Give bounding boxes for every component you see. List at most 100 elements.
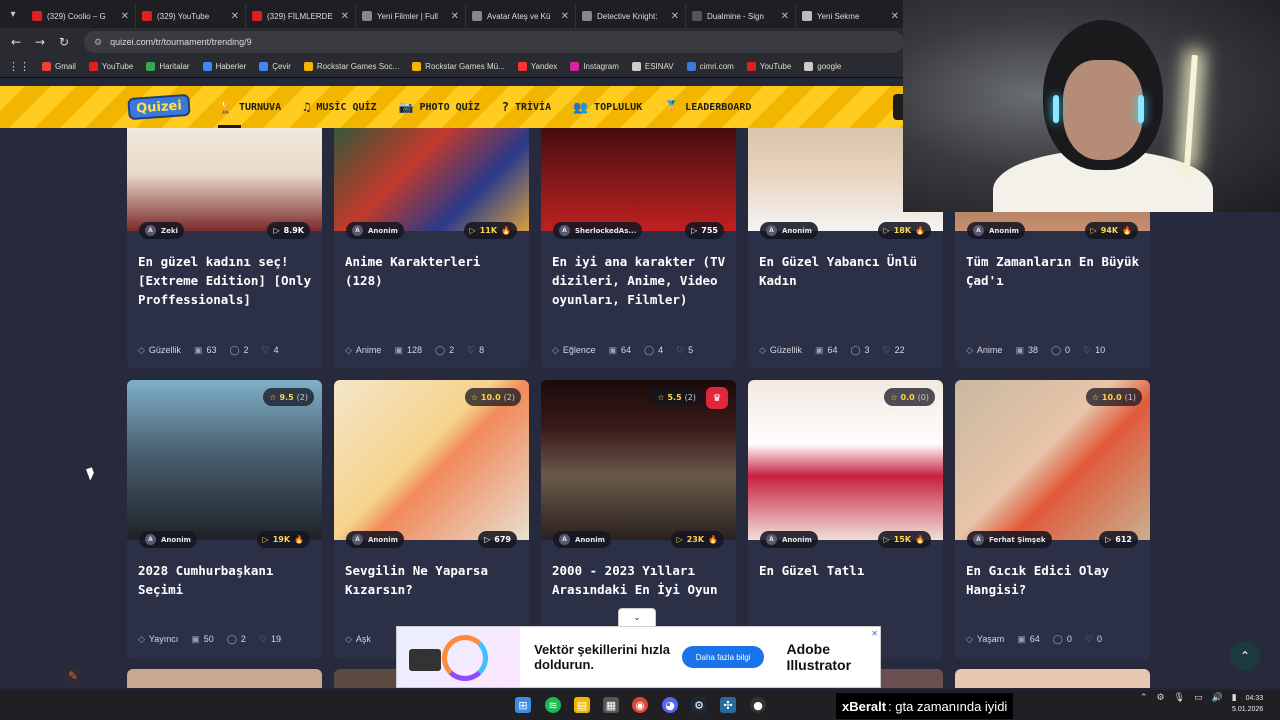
category-tag[interactable]: ◇ Yaşam: [966, 634, 1004, 645]
category-tag[interactable]: ◇ Aşk: [345, 634, 371, 645]
card-title[interactable]: 2028 Cumhurbaşkanı Seçimi: [138, 561, 314, 599]
card-thumbnail[interactable]: [127, 128, 322, 231]
nav-item[interactable]: ♫ MUSİC QUİZ: [303, 86, 376, 128]
nav-item[interactable]: 📷 PHOTO QUİZ: [399, 86, 480, 128]
ad-collapse-button[interactable]: ⌄: [618, 608, 656, 626]
tournament-card[interactable]: ☆ 10.0 (1) A Ferhat Şimşek ▷ 612 En Gıcık Ed…: [955, 380, 1150, 659]
network-icon[interactable]: ▭: [1194, 693, 1203, 703]
author-chip[interactable]: A Anonim: [346, 531, 404, 548]
like-count[interactable]: ♡ 19: [259, 634, 281, 645]
tournament-card[interactable]: A SherlockedAs... ▷ 755 En iyi ana karakte…: [541, 128, 736, 368]
comment-count[interactable]: ◯0: [1051, 345, 1070, 356]
crown-icon[interactable]: ♛: [706, 387, 728, 409]
spotify-icon[interactable]: ≋: [545, 697, 561, 713]
tab-close-icon[interactable]: ✕: [781, 11, 789, 22]
browser-tab[interactable]: (329) Coolio – G ✕: [26, 4, 136, 28]
author-chip[interactable]: A Anonim: [553, 531, 611, 548]
reload-icon[interactable]: ↻: [52, 35, 76, 49]
bookmark-item[interactable]: Haberler: [202, 62, 246, 71]
tournament-card[interactable]: ☆ 9.5 (2) A Anonim ▷ 19K 🔥 2028 Cumhurbaşkanı…: [127, 380, 322, 659]
file-explorer-icon[interactable]: ▤: [574, 697, 590, 713]
card-title[interactable]: En iyi ana karakter (TV dizileri, Anime,…: [552, 252, 728, 309]
browser-tab[interactable]: Yeni Filmler | Full ✕: [356, 4, 466, 28]
bookmark-item[interactable]: ESINAV: [631, 62, 674, 71]
tab-close-icon[interactable]: ✕: [341, 11, 349, 22]
volume-icon[interactable]: 🔊: [1212, 693, 1223, 703]
like-count[interactable]: ♡ 0: [1085, 634, 1102, 645]
apps-grid-icon[interactable]: ⋮⋮: [8, 60, 30, 73]
category-tag[interactable]: ◇ Anime: [966, 345, 1002, 356]
category-tag[interactable]: ◇ Yayıncı: [138, 634, 178, 645]
obs-icon[interactable]: ●: [750, 697, 766, 713]
nav-item[interactable]: 🏅 LEADERBOARD: [664, 86, 751, 128]
tab-search-icon[interactable]: ▾: [0, 0, 26, 28]
bookmark-item[interactable]: Gmail: [42, 62, 76, 71]
browser-tab[interactable]: (329) FİLMLERDE ✕: [246, 4, 356, 28]
brush-widget-icon[interactable]: ✎: [63, 666, 83, 686]
comment-count[interactable]: ◯ 2: [227, 634, 246, 645]
browser-tab[interactable]: Detective Knight: ✕: [576, 4, 686, 28]
nav-item[interactable]: 👥 TOPLULUK: [573, 86, 642, 128]
browser-tab[interactable]: Avatar Ateş ve Kü ✕: [466, 4, 576, 28]
tab-close-icon[interactable]: ✕: [121, 11, 129, 22]
card-title[interactable]: En güzel kadını seç! [Extreme Edition] […: [138, 252, 314, 309]
bookmark-item[interactable]: google: [804, 62, 841, 71]
ad-close-icon[interactable]: ✕: [871, 629, 878, 638]
tab-close-icon[interactable]: ✕: [231, 11, 239, 22]
bookmark-item[interactable]: Haritalar: [146, 62, 190, 71]
browser-tab[interactable]: Yeni Sekme ✕: [796, 4, 906, 28]
steam-icon[interactable]: ⚙: [691, 697, 707, 713]
mic-icon[interactable]: 🎙: [1174, 693, 1185, 703]
tournament-card-partial[interactable]: [955, 669, 1150, 688]
ad-learn-more-button[interactable]: Daha fazla bilgi: [681, 646, 765, 668]
like-count[interactable]: ♡ 5: [676, 345, 693, 356]
site-info-icon[interactable]: ⚙: [94, 37, 102, 48]
tournament-card[interactable]: A Zeki ▷ 8.9K En güzel kadını seç! [Extrem…: [127, 128, 322, 368]
category-tag[interactable]: ◇ Güzellik: [138, 345, 181, 356]
app-icon[interactable]: ✣: [720, 697, 736, 713]
author-chip[interactable]: A Zeki: [139, 222, 184, 239]
start-icon[interactable]: ⊞: [515, 697, 531, 713]
category-tag[interactable]: ◇ Eğlence: [552, 345, 595, 356]
scroll-to-top-button[interactable]: ⌃: [1230, 641, 1260, 671]
site-logo[interactable]: Quizei: [127, 93, 191, 121]
steam-tray-icon[interactable]: ⚙: [1157, 693, 1165, 703]
bookmark-item[interactable]: Çevir: [259, 62, 291, 71]
card-title[interactable]: En Gıcık Edici Olay Hangisi?: [966, 561, 1142, 599]
bookmark-item[interactable]: YouTube: [746, 62, 791, 71]
nav-item[interactable]: ? TRİVİA: [502, 86, 551, 128]
author-chip[interactable]: A Anonim: [760, 531, 818, 548]
tab-close-icon[interactable]: ✕: [671, 11, 679, 22]
discord-icon[interactable]: ◕: [662, 697, 678, 713]
tournament-card-partial[interactable]: [127, 669, 322, 688]
card-thumbnail[interactable]: [334, 128, 529, 231]
card-thumbnail[interactable]: [541, 128, 736, 231]
comment-count[interactable]: ◯ 2: [435, 345, 454, 356]
card-title[interactable]: Tüm Zamanların En Büyük Çad'ı: [966, 252, 1142, 290]
tab-close-icon[interactable]: ✕: [561, 11, 569, 22]
author-chip[interactable]: A Anonim: [760, 222, 818, 239]
bookmark-item[interactable]: cimri.com: [686, 62, 734, 71]
author-chip[interactable]: A SherlockedAs...: [553, 222, 643, 239]
like-count[interactable]: ♡ 8: [467, 345, 484, 356]
card-title[interactable]: 2000 - 2023 Yılları Arasındaki En İyi Oy…: [552, 561, 728, 599]
advertisement-banner[interactable]: Vektör şekillerini hızla doldurun. Daha …: [396, 626, 881, 688]
author-chip[interactable]: A Anonim: [139, 531, 197, 548]
card-title[interactable]: En Güzel Tatlı: [759, 561, 935, 580]
browser-tab[interactable]: Dualmine - Sign ✕: [686, 4, 796, 28]
like-count[interactable]: ♡4: [262, 345, 279, 356]
author-chip[interactable]: A Anonim: [967, 222, 1025, 239]
comment-count[interactable]: ◯ 3: [850, 345, 869, 356]
tournament-card[interactable]: ☆0.0(0) AAnonim ▷15K🔥 En Güzel Tatlı ◯0♡…: [748, 380, 943, 659]
card-title[interactable]: Anime Karakterleri (128): [345, 252, 521, 290]
category-tag[interactable]: ◇ Anime: [345, 345, 381, 356]
bookmark-item[interactable]: Rockstar Games Soc...: [303, 62, 399, 71]
store-icon[interactable]: ▦: [603, 697, 619, 713]
bookmark-item[interactable]: YouTube: [88, 62, 133, 71]
bookmark-item[interactable]: Rockstar Games Mü...: [412, 62, 505, 71]
nav-item[interactable]: 🏆 TURNUVA: [218, 86, 281, 128]
tournament-card[interactable]: ☆ 10.0 (2) A Anonim ▷ 679 Sevgilin Ne Yapars…: [334, 380, 529, 659]
comment-count[interactable]: ◯ 4: [644, 345, 663, 356]
tab-close-icon[interactable]: ✕: [451, 11, 459, 22]
card-title[interactable]: En Güzel Yabancı Ünlü Kadın: [759, 252, 935, 290]
